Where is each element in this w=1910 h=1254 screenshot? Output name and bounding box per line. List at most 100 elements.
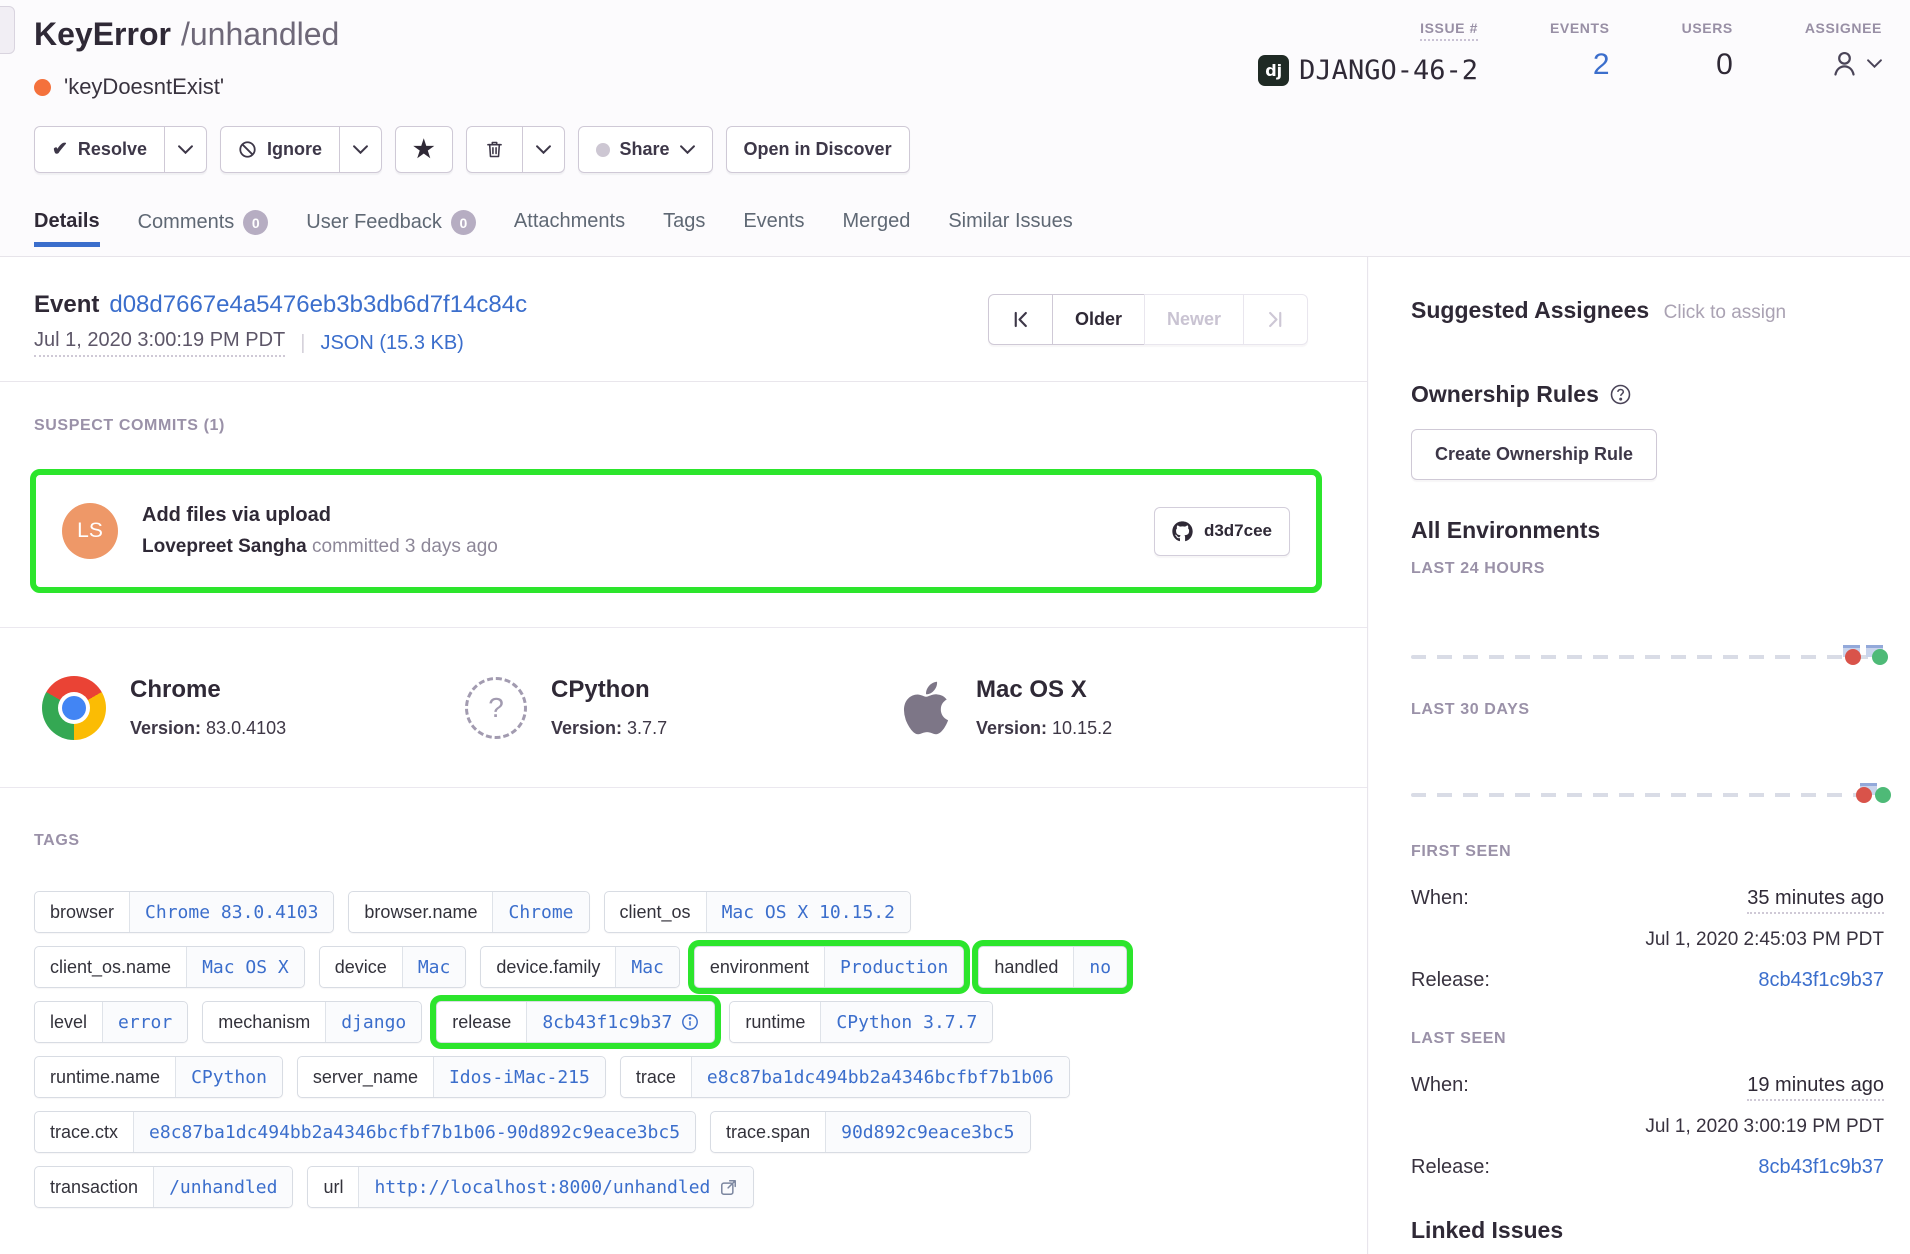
stat-assignee: ASSIGNEE [1805, 20, 1882, 79]
context-name: Mac OS X [976, 676, 1112, 704]
assignee-dropdown[interactable] [1829, 48, 1882, 79]
sparkline-baseline [1411, 793, 1884, 797]
chevron-down-icon [1867, 59, 1882, 68]
oldest-event-button[interactable] [988, 294, 1053, 345]
open-in-discover-button[interactable]: Open in Discover [726, 126, 910, 173]
newest-event-button[interactable] [1243, 294, 1308, 345]
resolve-dropdown-button[interactable] [164, 126, 207, 173]
tag-value-link[interactable]: Mac OS X 10.15.2 [707, 892, 910, 932]
tag-pill-level: levelerror [34, 1001, 188, 1043]
tag-value-link[interactable]: CPython [176, 1057, 282, 1097]
resolve-button[interactable]: ✔ Resolve [34, 126, 165, 173]
delete-button[interactable] [466, 126, 523, 173]
issue-sidebar: Suggested Assignees Click to assign Owne… [1369, 257, 1910, 1254]
ignore-dropdown-button[interactable] [339, 126, 382, 173]
share-label: Share [620, 139, 670, 160]
event-id-link[interactable]: d08d7667e4a5476eb3b3db6d7f14c84c [109, 291, 527, 318]
newer-event-button[interactable]: Newer [1144, 294, 1244, 345]
tag-row: transaction/unhandled url http://localhos… [34, 1166, 1334, 1208]
tag-key: server_name [298, 1057, 434, 1097]
tab-label: Merged [843, 210, 911, 233]
info-circle-icon [681, 1013, 699, 1031]
tag-value-link[interactable]: Production [825, 947, 963, 987]
tag-value-link[interactable]: Idos-iMac-215 [434, 1057, 605, 1097]
bookmark-star-button[interactable]: ★ [395, 126, 453, 173]
tag-value-link[interactable]: e8c87ba1dc494bb2a4346bcfbf7b1b06 [692, 1057, 1069, 1097]
first-seen-release-row: Release: 8cb43f1c9b37 [1411, 969, 1884, 992]
users-count[interactable]: 0 [1716, 50, 1733, 80]
event-json-link[interactable]: JSON (15.3 KB) [320, 332, 463, 355]
event-pagination: Older Newer [988, 294, 1308, 345]
tag-value-link[interactable]: http://localhost:8000/unhandled [359, 1167, 753, 1207]
tab-attachments[interactable]: Attachments [514, 210, 625, 247]
issue-short-id[interactable]: dj DJANGO-46-2 [1258, 55, 1478, 86]
tab-user-feedback[interactable]: User Feedback0 [306, 210, 476, 249]
context-version: Version: 83.0.4103 [130, 718, 286, 739]
tags-list: browserChrome 83.0.4103 browser.nameChro… [34, 891, 1334, 1221]
tab-label: Comments [138, 211, 235, 234]
event-timestamp[interactable]: Jul 1, 2020 3:00:19 PM PDT [34, 329, 285, 357]
tab-details[interactable]: Details [34, 210, 100, 247]
first-seen-date: Jul 1, 2020 2:45:03 PM PDT [1411, 929, 1884, 951]
tag-value-link[interactable]: no [1074, 947, 1126, 987]
tab-label: Attachments [514, 210, 625, 233]
tag-value-link[interactable]: e8c87ba1dc494bb2a4346bcfbf7b1b06-90d892c… [134, 1112, 695, 1152]
question-circle-icon[interactable] [1609, 383, 1632, 406]
tag-key: transaction [35, 1167, 154, 1207]
ignore-button[interactable]: Ignore [220, 126, 340, 173]
commit-sha-label: d3d7cee [1204, 521, 1272, 541]
issue-tabs: Details Comments 0 User Feedback0 Attachm… [34, 210, 1073, 249]
delete-dropdown-button[interactable] [522, 126, 565, 173]
tag-value-link[interactable]: Mac OS X [187, 947, 304, 987]
tag-value-link[interactable]: Mac [403, 947, 466, 987]
tab-label: Details [34, 210, 100, 233]
ownership-rules-title: Ownership Rules [1411, 381, 1599, 408]
tag-pill-trace-ctx: trace.ctxe8c87ba1dc494bb2a4346bcfbf7b1b0… [34, 1111, 696, 1153]
tag-value-link[interactable]: 8cb43f1c9b37 [527, 1002, 714, 1042]
tag-row: runtime.nameCPython server_nameIdos-iMac… [34, 1056, 1334, 1098]
apple-icon [900, 678, 952, 738]
stat-issue-number: ISSUE # dj DJANGO-46-2 [1258, 20, 1478, 86]
suspect-commits-heading: SUSPECT COMMITS (1) [34, 417, 225, 435]
last-seen-marker-icon [1875, 787, 1891, 803]
tag-value-link[interactable]: django [326, 1002, 421, 1042]
tag-value-link[interactable]: 90d892c9eace3bc5 [826, 1112, 1029, 1152]
tag-value-link[interactable]: Chrome [493, 892, 588, 932]
first-seen-release-link[interactable]: 8cb43f1c9b37 [1758, 969, 1884, 992]
window-edge-artifact [0, 6, 15, 54]
tag-value-link[interactable]: Mac [616, 947, 679, 987]
person-icon [1829, 48, 1860, 79]
event-heading: Eventd08d7667e4a5476eb3b3db6d7f14c84c [34, 291, 527, 319]
tab-comments[interactable]: Comments 0 [138, 210, 269, 249]
commit-meta: Lovepreet Sangha committed 3 days ago [142, 536, 1154, 558]
tag-value: http://localhost:8000/unhandled [374, 1177, 710, 1198]
tag-value-link[interactable]: Chrome 83.0.4103 [130, 892, 333, 932]
first-seen-marker-icon [1856, 787, 1872, 803]
commit-sha-button[interactable]: d3d7cee [1154, 507, 1290, 556]
tag-value-link[interactable]: /unhandled [154, 1167, 292, 1207]
tab-events[interactable]: Events [743, 210, 804, 247]
tab-label: Events [743, 210, 804, 233]
trash-icon [484, 139, 505, 160]
suspect-commit-row-highlighted[interactable]: LS Add files via upload Lovepreet Sangha… [30, 469, 1322, 593]
issue-number-label: ISSUE # [1420, 20, 1478, 41]
tab-merged[interactable]: Merged [843, 210, 911, 247]
tag-value-link[interactable]: error [103, 1002, 187, 1042]
events-count[interactable]: 2 [1593, 50, 1610, 80]
share-button[interactable]: Share [578, 126, 713, 173]
users-label: USERS [1682, 20, 1733, 36]
create-ownership-rule-button[interactable]: Create Ownership Rule [1411, 429, 1657, 480]
tag-key: url [308, 1167, 359, 1207]
tag-key: trace.span [711, 1112, 826, 1152]
when-label: When: [1411, 887, 1469, 910]
comments-count-badge: 0 [243, 210, 268, 235]
tag-value-link[interactable]: CPython 3.7.7 [821, 1002, 992, 1042]
context-os: Mac OS X Version: 10.15.2 [900, 628, 1112, 787]
tag-value: 8cb43f1c9b37 [542, 1012, 672, 1033]
tab-similar-issues[interactable]: Similar Issues [948, 210, 1072, 247]
older-event-button[interactable]: Older [1052, 294, 1145, 345]
last-seen-release-link[interactable]: 8cb43f1c9b37 [1758, 1156, 1884, 1179]
tab-tags[interactable]: Tags [663, 210, 705, 247]
tag-pill-mechanism: mechanismdjango [202, 1001, 422, 1043]
events-sparkline-30d [1411, 779, 1884, 807]
